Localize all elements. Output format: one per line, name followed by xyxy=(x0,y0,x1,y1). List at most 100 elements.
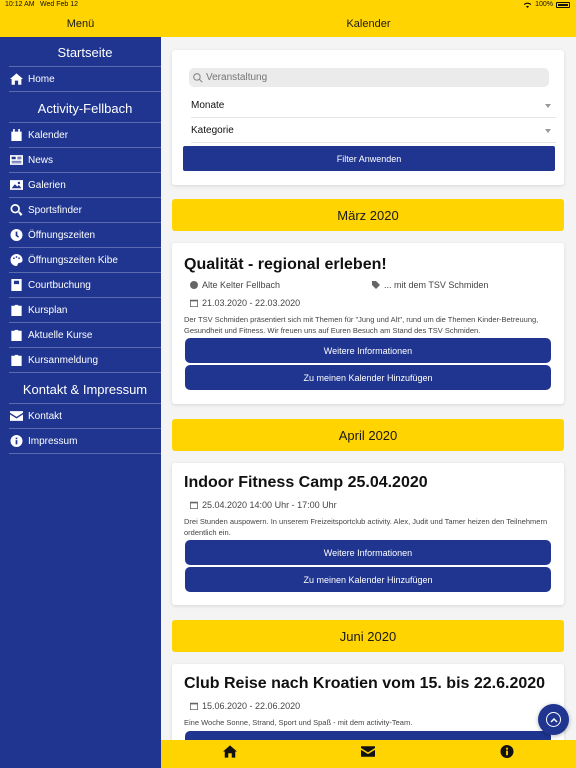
home-icon xyxy=(223,745,238,758)
calendar-icon xyxy=(190,501,198,509)
event-date-text: 21.03.2020 - 22.03.2020 xyxy=(202,298,301,308)
section-title-kontakt-impressum[interactable]: Kontakt & Impressum xyxy=(9,376,161,404)
book-icon xyxy=(9,279,23,291)
search-box[interactable] xyxy=(189,68,549,87)
sidebar-item-label: Impressum xyxy=(28,435,78,447)
add-to-calendar-button[interactable]: Zu meinen Kalender Hinzufügen xyxy=(185,365,551,390)
sidebar-item-label: Öffnungszeiten Kibe xyxy=(28,254,118,266)
months-select-label: Monate xyxy=(191,100,225,111)
sidebar-item-label: Home xyxy=(28,73,55,85)
tag-icon xyxy=(372,281,380,289)
info-icon xyxy=(9,435,23,447)
clock-icon xyxy=(9,229,23,241)
event-tag-text: ... mit dem TSV Schmiden xyxy=(384,280,489,290)
sidebar-item-news[interactable]: News xyxy=(9,148,161,173)
month-banner: Juni 2020 xyxy=(172,620,564,652)
sidebar-item-aktuelle-kurse[interactable]: Aktuelle Kurse xyxy=(9,323,161,348)
search-input[interactable] xyxy=(206,72,526,83)
event-title: Qualität - regional erleben! xyxy=(184,256,387,273)
news-icon xyxy=(9,154,23,166)
event-card: Indoor Fitness Camp 25.04.2020 25.04.202… xyxy=(172,463,564,605)
event-title: Indoor Fitness Camp 25.04.2020 xyxy=(184,474,428,491)
calendar-icon xyxy=(9,129,23,141)
more-info-button[interactable]: Weitere Informationen xyxy=(185,338,551,363)
battery-icon xyxy=(556,1,570,8)
sidebar-item-kontakt[interactable]: Kontakt xyxy=(9,404,161,429)
event-date: 21.03.2020 - 22.03.2020 xyxy=(190,298,300,308)
event-tag: ... mit dem TSV Schmiden xyxy=(372,280,488,290)
envelope-icon xyxy=(361,746,376,757)
chevron-up-icon xyxy=(546,712,561,727)
sidebar-item-label: Öffnungszeiten xyxy=(28,229,96,241)
sidebar-item-label: Galerien xyxy=(28,179,66,191)
bottom-nav xyxy=(161,740,576,768)
event-description: Der TSV Schmiden präsentiert sich mit Th… xyxy=(184,315,539,335)
sidebar-item-label: Aktuelle Kurse xyxy=(28,329,93,341)
event-date: 25.04.2020 14:00 Uhr - 17:00 Uhr xyxy=(190,500,337,510)
months-select[interactable]: Monate xyxy=(191,94,556,118)
sidebar-item-oeffnungszeiten[interactable]: Öffnungszeiten xyxy=(9,223,161,248)
section-title-startseite[interactable]: Startseite xyxy=(9,39,161,67)
filter-apply-button[interactable]: Filter Anwenden xyxy=(183,146,555,171)
sidebar-item-kalender[interactable]: Kalender xyxy=(9,123,161,148)
sidebar-item-label: Kalender xyxy=(28,129,69,141)
status-time: 10:12 AM xyxy=(5,1,35,8)
sidebar: Menü Startseite Home Activity-Fellbach K… xyxy=(0,0,161,768)
more-info-button[interactable]: Weitere Informationen xyxy=(185,540,551,565)
sidebar-item-sportsfinder[interactable]: Sportsfinder xyxy=(9,198,161,223)
sidebar-title: Menü xyxy=(66,18,95,30)
wifi-icon xyxy=(523,2,532,8)
chevron-down-icon xyxy=(545,128,551,133)
event-description: Drei Stunden auspowern. In unserem Freiz… xyxy=(184,517,548,537)
clipboard-icon xyxy=(9,329,23,341)
sidebar-item-label: Kursplan xyxy=(28,304,68,316)
bottom-nav-home[interactable] xyxy=(223,745,238,763)
sidebar-item-label: News xyxy=(28,154,54,166)
month-banner: März 2020 xyxy=(172,199,564,231)
home-icon xyxy=(9,73,23,85)
event-location: Alte Kelter Fellbach xyxy=(190,280,280,290)
envelope-icon xyxy=(9,410,23,422)
search-icon xyxy=(193,72,203,83)
section-title-activity-fellbach[interactable]: Activity-Fellbach xyxy=(9,95,161,123)
add-to-calendar-button[interactable]: Zu meinen Kalender Hinzufügen xyxy=(185,567,551,592)
event-date-text: 25.04.2020 14:00 Uhr - 17:00 Uhr xyxy=(202,500,337,510)
info-icon xyxy=(500,745,514,758)
sidebar-item-kursplan[interactable]: Kursplan xyxy=(9,298,161,323)
event-description: Eine Woche Sonne, Strand, Sport und Spaß… xyxy=(184,718,413,727)
calendar-icon xyxy=(190,702,198,710)
location-icon xyxy=(190,281,198,289)
page-title: Kalender xyxy=(346,18,391,30)
battery-percent: 100% xyxy=(535,1,553,8)
month-banner: April 2020 xyxy=(172,419,564,451)
bottom-nav-contact[interactable] xyxy=(361,745,376,763)
scroll-top-button[interactable] xyxy=(538,704,569,735)
sidebar-item-home[interactable]: Home xyxy=(9,67,161,92)
sidebar-item-kursanmeldung[interactable]: Kursanmeldung xyxy=(9,348,161,373)
event-location-text: Alte Kelter Fellbach xyxy=(202,280,281,290)
sidebar-item-oeffnungszeiten-kibe[interactable]: Öffnungszeiten Kibe xyxy=(9,248,161,273)
bottom-nav-info[interactable] xyxy=(500,745,514,763)
sidebar-item-label: Sportsfinder xyxy=(28,204,82,216)
sidebar-item-galerien[interactable]: Galerien xyxy=(9,173,161,198)
filter-card: Monate Kategorie Filter Anwenden xyxy=(172,50,564,185)
status-bar: 10:12 AM Wed Feb 12 100% xyxy=(0,0,576,12)
palette-icon xyxy=(9,254,23,266)
sidebar-item-impressum[interactable]: Impressum xyxy=(9,429,161,454)
clipboard-icon xyxy=(9,304,23,316)
calendar-icon xyxy=(190,299,198,307)
sidebar-item-courtbuchung[interactable]: Courtbuchung xyxy=(9,273,161,298)
chevron-down-icon xyxy=(545,103,551,108)
sidebar-item-label: Courtbuchung xyxy=(28,279,91,291)
main-content: Kalender Monate Kategorie Filter Anwende… xyxy=(161,0,576,768)
status-right: 100% xyxy=(523,1,570,8)
sidebar-item-label: Kursanmeldung xyxy=(28,354,99,366)
search-icon xyxy=(9,204,23,216)
event-title: Club Reise nach Kroatien vom 15. bis 22.… xyxy=(184,675,546,692)
event-card: Qualität - regional erleben! Alte Kelter… xyxy=(172,243,564,404)
category-select[interactable]: Kategorie xyxy=(191,119,556,143)
gallery-icon xyxy=(9,179,23,191)
event-date: 15.06.2020 - 22.06.2020 xyxy=(190,701,300,711)
sidebar-item-label: Kontakt xyxy=(28,410,62,422)
status-date: Wed Feb 12 xyxy=(40,1,79,8)
